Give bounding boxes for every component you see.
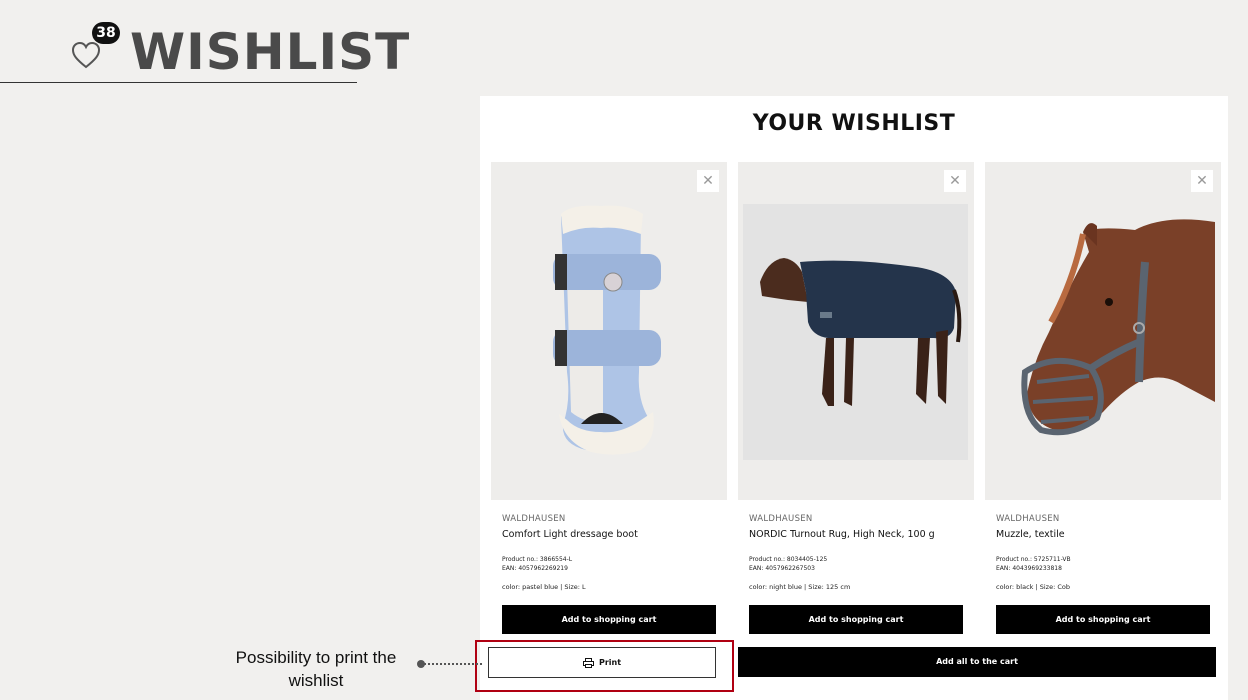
remove-close-icon[interactable]: ✕ <box>697 170 719 192</box>
callout-text: Possibility to print the wishlist <box>235 648 397 690</box>
add-to-cart-button[interactable]: Add to shopping cart <box>996 605 1210 634</box>
turnout-rug-image <box>743 204 968 460</box>
wishlist-title: YOUR WISHLIST <box>752 111 956 136</box>
product-ean: EAN: 4043969233818 <box>996 565 1062 572</box>
product-number: Product no.: 3866554-L <box>502 556 573 563</box>
print-highlight-box <box>475 640 734 692</box>
product-brand: WALDHAUSEN <box>749 514 813 524</box>
remove-close-icon[interactable]: ✕ <box>944 170 966 192</box>
add-to-cart-button[interactable]: Add to shopping cart <box>502 605 716 634</box>
muzzle-image <box>1021 219 1215 436</box>
wishlist-count-badge: 38 <box>92 22 120 44</box>
product-brand: WALDHAUSEN <box>502 514 566 524</box>
remove-close-icon[interactable]: ✕ <box>1191 170 1213 192</box>
product-attributes: color: pastel blue | Size: L <box>502 583 586 591</box>
product-number: Product no.: 8034405-125 <box>749 556 828 563</box>
callout-dot <box>417 660 425 668</box>
product-attributes: color: black | Size: Cob <box>996 583 1070 591</box>
product-name[interactable]: Muzzle, textile <box>985 529 1221 555</box>
dressage-boot-image <box>553 205 661 455</box>
callout-connector <box>420 663 482 665</box>
product-number: Product no.: 5725711-VB <box>996 556 1071 563</box>
product-brand: WALDHAUSEN <box>996 514 1060 524</box>
product-ean: EAN: 4057962269219 <box>502 565 568 572</box>
product-image: ✕ <box>491 162 727 500</box>
product-image: ✕ <box>985 162 1221 500</box>
product-name[interactable]: Comfort Light dressage boot <box>491 529 727 555</box>
product-image: ✕ <box>738 162 974 500</box>
slide-title: WISHLIST <box>130 23 411 81</box>
wishlist-card: ✕ WALDHAUSEN NORDIC Turnout Rug, High Ne… <box>738 162 974 634</box>
wishlist-card: ✕ WALDHAUSEN Comfort Light dressage boot… <box>491 162 727 634</box>
heart-icon <box>71 41 101 69</box>
slide-header: 38 WISHLIST <box>0 0 409 83</box>
product-attributes: color: night blue | Size: 125 cm <box>749 583 851 591</box>
add-to-cart-button[interactable]: Add to shopping cart <box>749 605 963 634</box>
product-name[interactable]: NORDIC Turnout Rug, High Neck, 100 g <box>738 529 974 555</box>
wishlist-card: ✕ WALDHAUSEN Muzzle, textile Product no.… <box>985 162 1221 634</box>
wishlist-panel: YOUR WISHLIST ✕ WALDHAUSEN Comfort Light… <box>480 96 1228 700</box>
product-ean: EAN: 4057962267503 <box>749 565 815 572</box>
add-all-to-cart-button[interactable]: Add all to the cart <box>738 647 1216 677</box>
